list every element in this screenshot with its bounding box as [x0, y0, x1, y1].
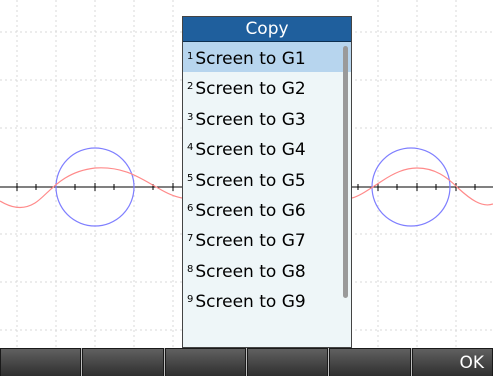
menu-item-number: 1: [187, 51, 194, 62]
softkey-bar: OK: [0, 348, 493, 376]
menu-item-screen-to-g9[interactable]: 9 Screen to G9: [183, 285, 351, 315]
menu-item-number: 6: [187, 202, 194, 214]
menu-item-label: Screen to G4: [195, 140, 306, 161]
menu-item-label: Screen to G9: [195, 292, 306, 313]
sine-curve-left: [0, 167, 183, 209]
menu-item-label: Screen to G2: [195, 79, 306, 100]
menu-scrollbar[interactable]: [343, 46, 348, 298]
menu-item-label: Screen to G8: [195, 261, 306, 282]
menu-item-number: 4: [187, 142, 194, 154]
softkey-5[interactable]: [329, 348, 411, 376]
softkey-2[interactable]: [82, 348, 164, 376]
sine-curve-right: [351, 167, 493, 206]
menu-item-number: 5: [187, 172, 194, 184]
menu-item-number: 7: [187, 233, 194, 245]
copy-menu: Copy 1 Screen to G1 2 Screen to G2 3 Screen…: [182, 16, 352, 348]
menu-item-screen-to-g3[interactable]: 3 Screen to G3: [183, 103, 351, 133]
menu-item-label: Screen to G6: [195, 200, 306, 221]
calculator-screen: Copy 1 Screen to G1 2 Screen to G2 3 Screen…: [0, 0, 493, 376]
softkey-4[interactable]: [246, 348, 329, 376]
menu-item-label: Screen to G1: [195, 49, 306, 69]
menu-item-screen-to-g5[interactable]: 5 Screen to G5: [183, 164, 351, 194]
menu-item-screen-to-g7[interactable]: 7 Screen to G7: [183, 224, 351, 254]
menu-item-screen-to-g2[interactable]: 2 Screen to G2: [183, 72, 351, 102]
menu-item-number: 3: [187, 111, 194, 123]
menu-item-label: Screen to G3: [195, 109, 306, 130]
menu-item-number: 9: [187, 294, 194, 306]
ok-button[interactable]: OK: [411, 348, 493, 376]
menu-item-label: Screen to G7: [195, 231, 306, 252]
softkey-1[interactable]: [0, 348, 82, 376]
menu-item-label: Screen to G5: [195, 170, 306, 191]
menu-item-number: 2: [187, 81, 194, 93]
menu-item-screen-to-g1[interactable]: 1 Screen to G1: [183, 42, 351, 73]
menu-item-number: 8: [187, 263, 194, 275]
softkey-3[interactable]: [164, 348, 246, 376]
menu-list: 1 Screen to G1 2 Screen to G2 3 Screen to G…: [183, 42, 351, 347]
menu-item-screen-to-g6[interactable]: 6 Screen to G6: [183, 194, 351, 224]
menu-item-screen-to-g4[interactable]: 4 Screen to G4: [183, 133, 351, 163]
menu-title: Copy: [183, 17, 351, 42]
menu-item-screen-to-g8[interactable]: 8 Screen to G8: [183, 255, 351, 285]
